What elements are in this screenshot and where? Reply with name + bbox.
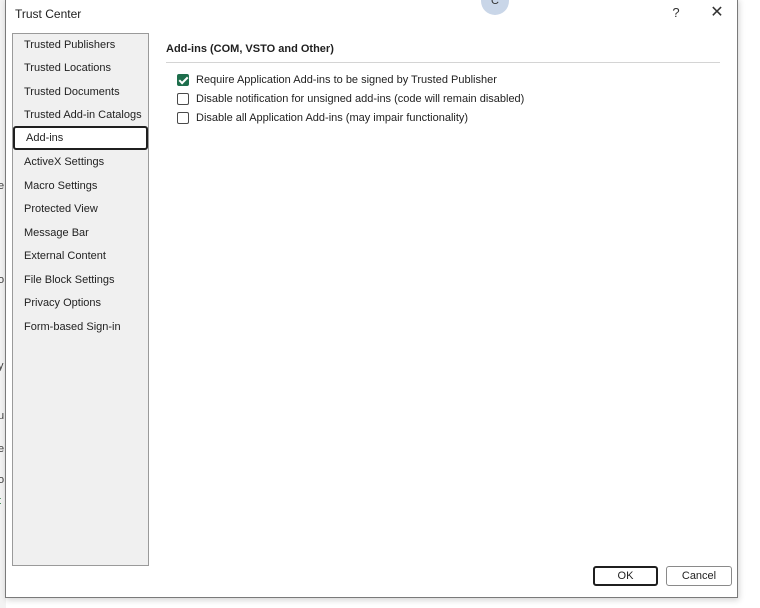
sidebar-item-macro-settings[interactable]: Macro Settings	[17, 176, 144, 196]
sidebar-item-trusted-add-in-catalogs[interactable]: Trusted Add-in Catalogs	[17, 105, 144, 125]
close-button[interactable]: ✕	[706, 3, 728, 23]
checkbox-unchecked[interactable]	[177, 93, 189, 105]
background-text-fragment: o	[0, 474, 5, 486]
sidebar-item-external-content[interactable]: External Content	[17, 246, 144, 266]
sidebar-item-protected-view[interactable]: Protected View	[17, 199, 144, 219]
background-text-fragment: o	[0, 274, 5, 286]
sidebar-item-trusted-locations[interactable]: Trusted Locations	[17, 58, 144, 78]
background-text-fragment: t	[0, 495, 1, 507]
cancel-button[interactable]: Cancel	[666, 566, 732, 586]
sidebar-item-trusted-publishers[interactable]: Trusted Publishers	[17, 35, 144, 55]
section-title: Add-ins (COM, VSTO and Other)	[166, 43, 334, 55]
sidebar-item-form-based-sign-in[interactable]: Form-based Sign-in	[17, 317, 144, 337]
sidebar-nav: Trusted Publishers Trusted Locations Tru…	[12, 33, 149, 566]
sidebar-item-privacy-options[interactable]: Privacy Options	[17, 293, 144, 313]
section-divider	[166, 62, 720, 63]
option-require-signed-add-ins[interactable]: Require Application Add-ins to be signed…	[177, 72, 497, 88]
help-button[interactable]: ?	[665, 3, 687, 23]
option-disable-notification[interactable]: Disable notification for unsigned add-in…	[177, 91, 524, 107]
option-label: Disable all Application Add-ins (may imp…	[196, 112, 469, 124]
checkbox-checked[interactable]	[177, 74, 189, 86]
sidebar-item-file-block-settings[interactable]: File Block Settings	[17, 270, 144, 290]
background-text-fragment: e	[0, 180, 5, 192]
sidebar-item-message-bar[interactable]: Message Bar	[17, 223, 144, 243]
sidebar-item-activex-settings[interactable]: ActiveX Settings	[17, 152, 144, 172]
option-label: Disable notification for unsigned add-in…	[196, 93, 525, 105]
dialog-title: Trust Center	[15, 7, 82, 21]
sidebar-item-add-ins[interactable]: Add-ins	[13, 126, 148, 150]
background-text-fragment: u	[0, 410, 5, 422]
ok-button[interactable]: OK	[593, 566, 658, 586]
option-disable-all-add-ins[interactable]: Disable all Application Add-ins (may imp…	[177, 110, 468, 126]
checkbox-unchecked[interactable]	[177, 112, 189, 124]
trust-center-dialog: Trust Center C ? ✕ Trusted Publishers Tr…	[5, 0, 738, 598]
background-text-fragment: e	[0, 443, 5, 455]
background-text-fragment: y	[0, 360, 4, 372]
sidebar-item-trusted-documents[interactable]: Trusted Documents	[17, 82, 144, 102]
avatar[interactable]: C	[481, 0, 509, 15]
option-label: Require Application Add-ins to be signed…	[196, 74, 497, 86]
